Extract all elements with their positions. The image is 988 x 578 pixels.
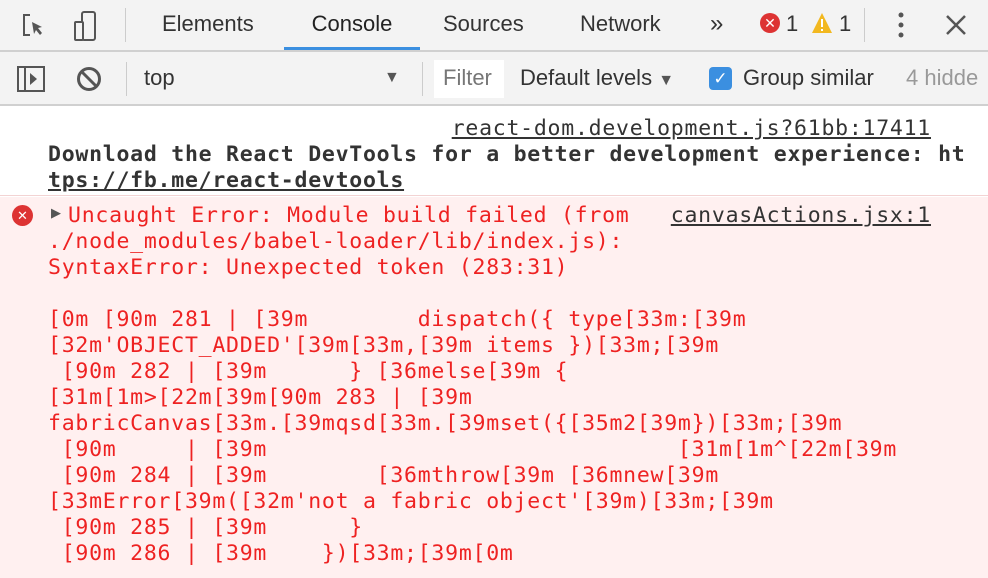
close-icon[interactable] [945,14,967,36]
group-similar-checkbox[interactable]: ✓ [709,67,732,90]
error-line: SyntaxError: Unexpected token (283:31) [48,255,569,280]
expand-triangle-icon[interactable]: ▶ [51,205,61,221]
error-line: [33mError[39m([32m'not a fabric object'[… [48,489,774,514]
default-levels-dropdown[interactable]: Default levels ▼ [520,52,674,107]
tab-elements[interactable]: Elements [162,0,254,50]
error-line: [90m 285 | [39m } [48,515,363,540]
chevron-down-icon[interactable]: ▼ [384,52,400,104]
devtools-link[interactable]: tps://fb.me/react-devtools [48,168,404,194]
console-error-message: ✕ ▶ canvasActions.jsx:1 Uncaught Error: … [0,197,988,578]
error-line: [90m 284 | [39m [36mthrow[39m [36mnew[39… [48,463,720,488]
error-line: [90m | [39m [31m[1m^[22m[39m [48,437,898,462]
error-line: fabricCanvas[33m.[39mqsd[33m.[39mset({[3… [48,411,843,436]
error-line: [0m [90m 281 | [39m dispatch({ type[33m:… [48,307,747,332]
more-options-icon[interactable] [896,12,906,40]
source-link[interactable]: canvasActions.jsx:1 [671,203,931,229]
error-line: [90m 282 | [39m } [36melse[39m { [48,359,569,384]
error-count[interactable]: 1 [786,0,798,50]
error-icon[interactable]: ✕ [760,13,780,33]
clear-console-icon[interactable] [76,66,102,92]
inspect-element-icon[interactable] [20,12,48,40]
tab-network[interactable]: Network [580,0,661,50]
filter-input[interactable]: Filter [443,52,492,104]
error-icon: ✕ [12,205,33,226]
warning-icon[interactable] [811,12,833,34]
context-select[interactable]: top [144,52,175,104]
console-message: react-dom.development.js?61bb:17411 Down… [0,106,988,196]
error-line: ./node_modules/babel-loader/lib/index.js… [48,229,624,254]
source-link[interactable]: react-dom.development.js?61bb:17411 [452,116,931,142]
message-text: Download the React DevTools for a better… [48,142,966,167]
devtools-tabbar: Elements Console Sources Network » ✕ 1 1 [0,0,988,52]
hidden-count: 4 hidde [906,65,979,90]
error-line: [32m'OBJECT_ADDED'[39m[33m,[39m items })… [48,333,720,358]
levels-label: Default levels [520,65,653,90]
tab-sources[interactable]: Sources [443,0,524,50]
console-toolbar: top ▼ Filter Default levels ▼ ✓ Group si… [0,52,988,106]
error-line: Uncaught Error: Module build failed (fro… [68,203,630,228]
error-line: [90m 286 | [39m })[33m;[39m[0m [48,541,514,566]
device-toolbar-icon[interactable] [72,10,102,42]
group-similar-label[interactable]: Group similar [743,52,874,104]
error-line: [31m[1m>[22m[39m[90m 283 | [39m [48,385,473,410]
warning-count[interactable]: 1 [839,0,851,50]
more-tabs-button[interactable]: » [710,0,723,50]
tab-console[interactable]: Console [284,0,420,50]
sidebar-toggle-icon[interactable] [17,66,45,92]
link-underline: ht [908,142,949,168]
chevron-down-icon: ▼ [658,72,675,89]
